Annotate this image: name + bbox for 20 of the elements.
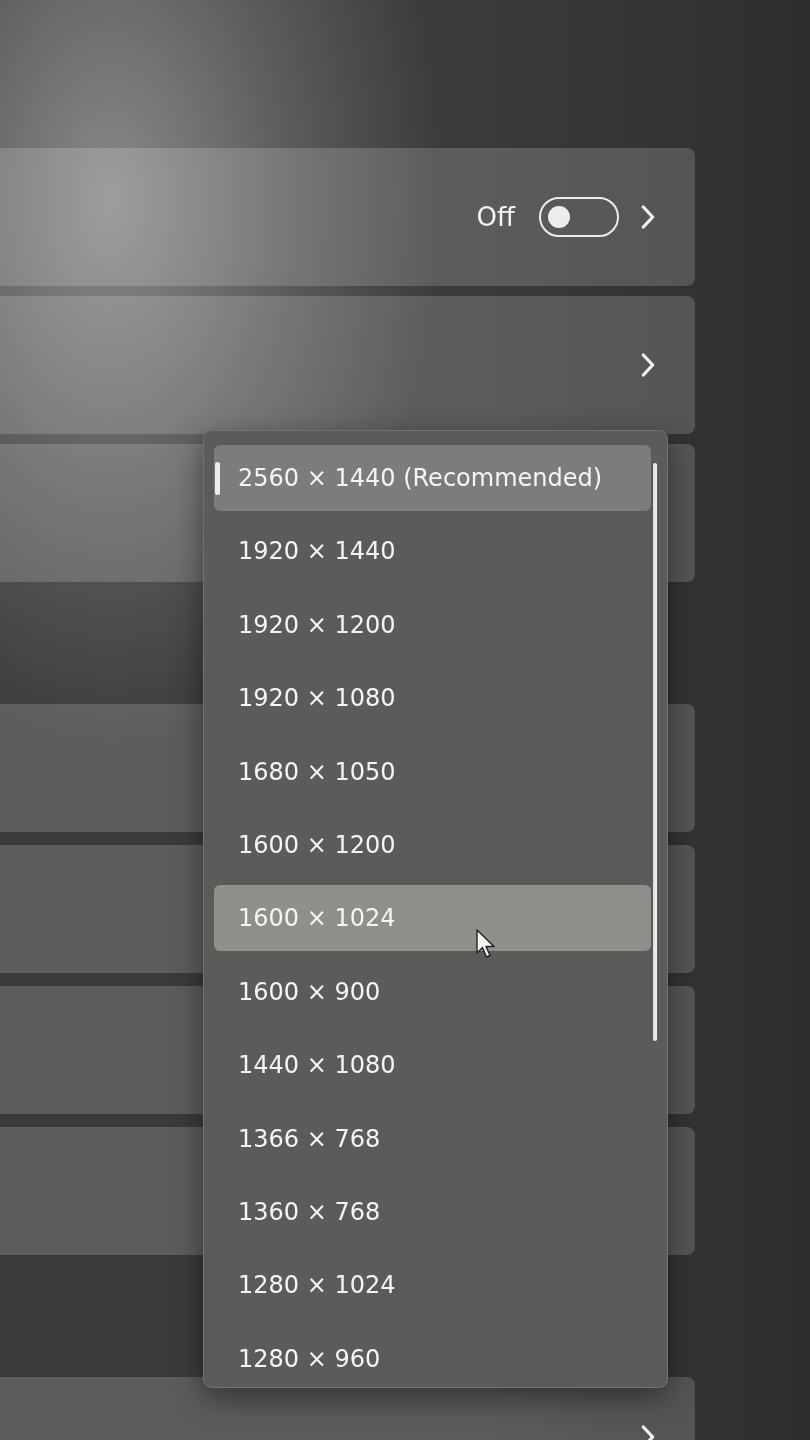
resolution-option[interactable]: 1680 × 1050 (214, 738, 651, 805)
resolution-option[interactable]: 1360 × 768 (214, 1178, 651, 1245)
resolution-option[interactable]: 1366 × 768 (214, 1105, 651, 1172)
resolution-option[interactable]: 1920 × 1200 (214, 591, 651, 658)
resolution-option[interactable]: 1280 × 1024 (214, 1252, 651, 1319)
resolution-option[interactable]: 1600 × 1200 (214, 811, 651, 878)
resolution-option[interactable]: 1440 × 1080 (214, 1032, 651, 1099)
resolution-option[interactable]: 2560 × 1440 (Recommended) (214, 445, 651, 511)
scrollbar-thumb[interactable] (653, 463, 657, 1041)
resolution-option[interactable]: 1600 × 900 (214, 958, 651, 1025)
resolution-option[interactable]: 1280 × 960 (214, 1325, 651, 1392)
chevron-right-icon (641, 353, 655, 377)
toggle-state-label: Off (476, 202, 515, 232)
toggle-switch[interactable] (539, 197, 619, 237)
mouse-pointer-icon (476, 929, 496, 960)
resolution-option[interactable]: 1920 × 1440 (214, 518, 651, 585)
resolution-option[interactable]: 1920 × 1080 (214, 665, 651, 732)
chevron-right-icon (641, 205, 655, 229)
settings-card[interactable] (0, 296, 695, 434)
selection-bar-icon (215, 462, 220, 495)
